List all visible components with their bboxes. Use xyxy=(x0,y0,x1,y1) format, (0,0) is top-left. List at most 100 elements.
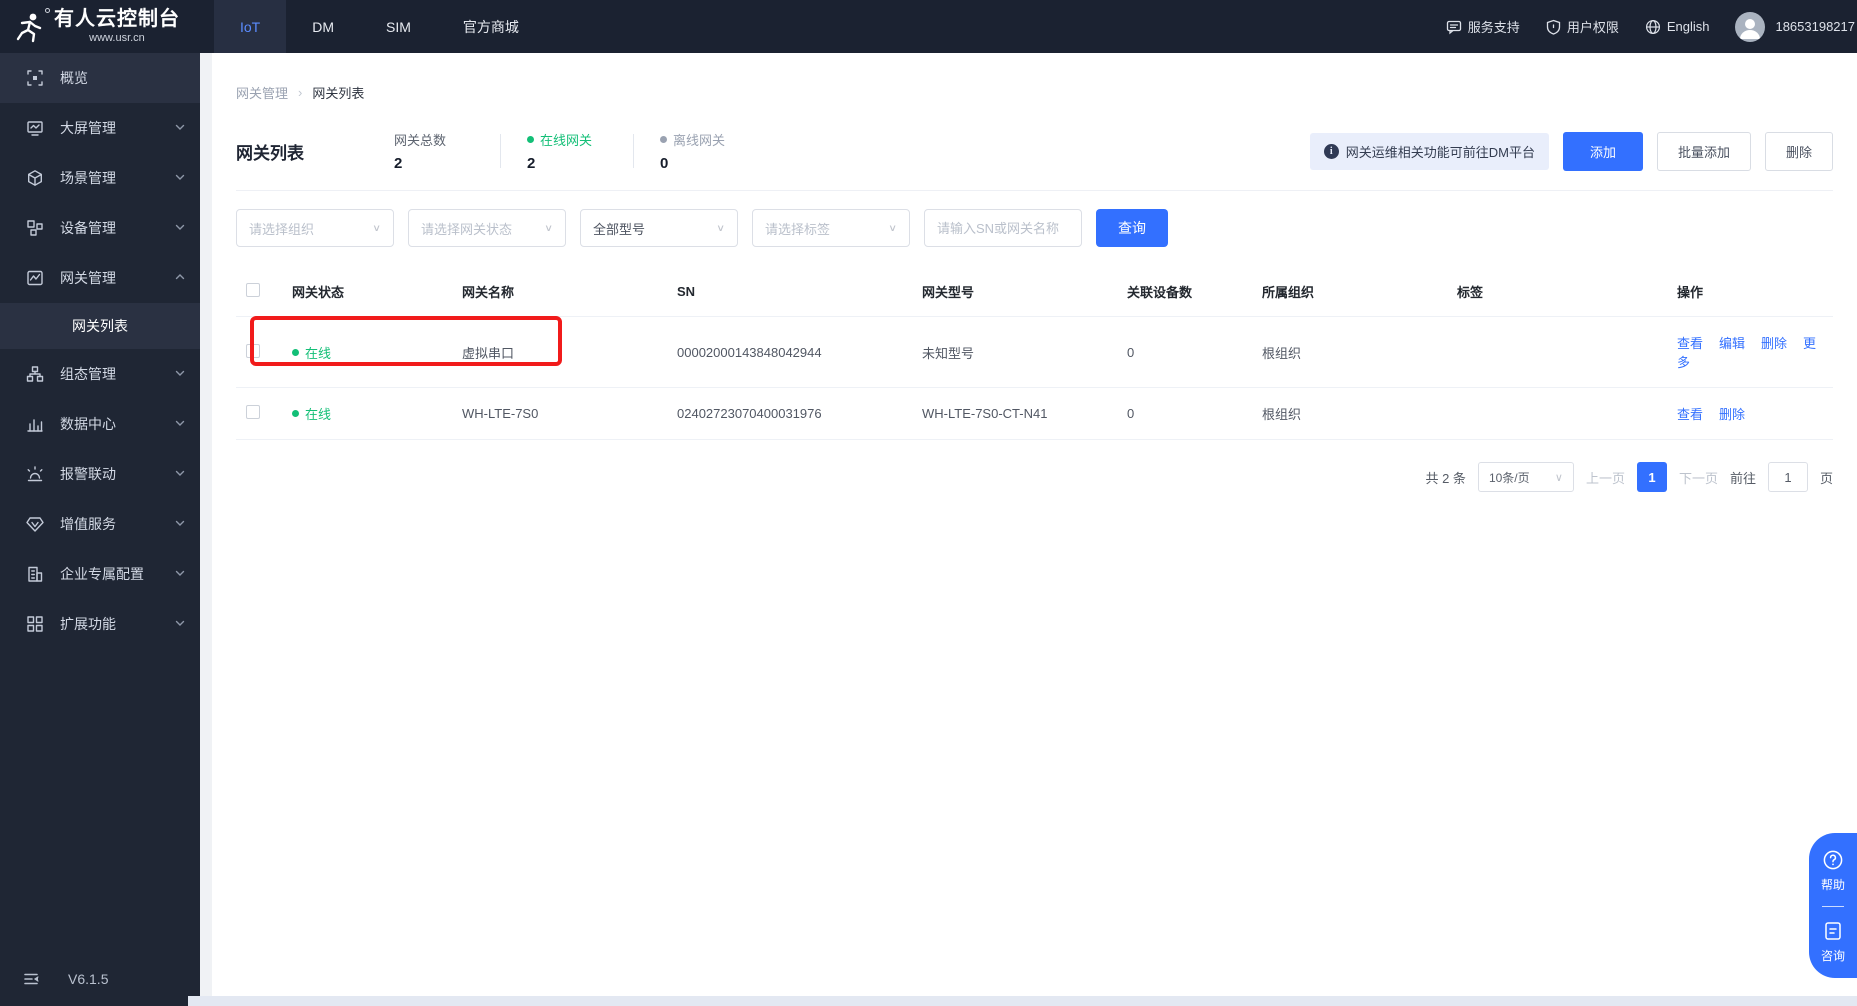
prev-page-button[interactable]: 上一页 xyxy=(1586,468,1625,487)
stat-value: 2 xyxy=(527,155,536,172)
overview-icon xyxy=(26,69,44,87)
consult-button[interactable]: 咨询 xyxy=(1821,920,1845,964)
sidebar-item[interactable]: 企业专属配置 xyxy=(0,549,200,599)
action-link[interactable]: 删除 xyxy=(1719,407,1745,422)
account-phone-number[interactable]: 18653198217 xyxy=(1775,19,1855,34)
device-count: 0 xyxy=(1127,406,1135,421)
shield-icon xyxy=(1546,19,1560,35)
chevron-up-icon xyxy=(174,270,186,286)
sidebar-item[interactable]: 设备管理 xyxy=(0,203,200,253)
column-header: 网关状态 xyxy=(282,267,452,317)
gateway-status-select[interactable]: 请选择网关状态 ∨ xyxy=(408,209,566,247)
collapse-menu-icon[interactable] xyxy=(22,970,40,988)
nav-tab-sim[interactable]: SIM xyxy=(360,0,437,53)
sidebar-item-label: 概览 xyxy=(60,70,88,86)
logo[interactable]: 有人云控制台 www.usr.cn xyxy=(0,0,200,53)
chevron-down-icon xyxy=(174,616,186,632)
alarm-icon xyxy=(26,465,44,483)
gateway-stats: 网关总数 2 在线网关 2 离线网关 0 xyxy=(394,130,740,172)
stat-total: 网关总数 2 xyxy=(394,130,474,172)
sn-search-input[interactable] xyxy=(937,220,1069,236)
action-link[interactable]: 编辑 xyxy=(1719,336,1745,351)
online-dot xyxy=(292,410,299,417)
device-count: 0 xyxy=(1127,344,1135,360)
column-header: SN xyxy=(667,267,912,317)
batch-add-button[interactable]: 批量添加 xyxy=(1656,131,1751,171)
breadcrumb-parent[interactable]: 网关管理 xyxy=(236,83,288,102)
breadcrumb: 网关管理 › 网关列表 xyxy=(236,53,1833,102)
query-button[interactable]: 查询 xyxy=(1096,209,1168,247)
page-title: 网关列表 xyxy=(236,143,304,163)
breadcrumb-current: 网关列表 xyxy=(312,86,365,101)
column-header: 操作 xyxy=(1667,267,1833,317)
sidebar-item[interactable]: 扩展功能 xyxy=(0,599,200,649)
row-checkbox[interactable] xyxy=(246,405,260,419)
table-row: 在线 虚拟串口 00002000143848042944 未知型号 0 根组织 查看 编辑 删除… xyxy=(236,316,1833,388)
sidebar-item[interactable]: 数据中心 xyxy=(0,399,200,449)
chevron-down-icon: ∨ xyxy=(544,222,553,234)
delete-button[interactable]: 删除 xyxy=(1764,131,1833,171)
sn-search-field xyxy=(924,209,1082,247)
action-link[interactable]: 查看 xyxy=(1677,336,1703,351)
online-dot xyxy=(292,348,299,356)
gateway-model: WH-LTE-7S0-CT-N41 xyxy=(922,406,1048,421)
user-avatar[interactable] xyxy=(1735,11,1766,42)
sidebar-item[interactable]: 场景管理 xyxy=(0,153,200,203)
sidebar-item[interactable]: 增值服务 xyxy=(0,499,200,549)
total-count: 共 2 条 xyxy=(1425,470,1466,486)
sidebar-item-label: 组态管理 xyxy=(60,366,116,382)
nav-tab-dm[interactable]: DM xyxy=(286,0,360,53)
question-circle-icon xyxy=(1823,850,1843,870)
model-select[interactable]: 全部型号 ∨ xyxy=(580,209,738,247)
column-header: 网关型号 xyxy=(912,267,1117,317)
goto-suffix-label: 页 xyxy=(1819,470,1833,486)
vas-icon xyxy=(26,515,44,533)
screen-icon xyxy=(26,119,44,137)
chevron-down-icon xyxy=(174,220,186,236)
nav-tab-iot[interactable]: IoT xyxy=(214,0,287,53)
data-icon xyxy=(26,415,44,433)
platform-nav-tabs: IoT DM SIM 官方商城 xyxy=(214,0,545,53)
select-all-checkbox[interactable] xyxy=(246,283,260,297)
org-select[interactable]: 请选择组织 ∨ xyxy=(236,209,394,247)
sidebar-item-label: 网关列表 xyxy=(72,318,128,334)
top-header: 有人云控制台 www.usr.cn IoT DM SIM 官方商城 服务支持 用户权限 xyxy=(0,0,1857,53)
sidebar-item[interactable]: 组态管理 xyxy=(0,349,200,399)
sidebar-item-label: 设备管理 xyxy=(60,220,116,236)
breadcrumb-separator: › xyxy=(298,85,303,100)
sidebar-item[interactable]: 大屏管理 xyxy=(0,103,200,153)
help-button[interactable]: 帮助 xyxy=(1821,849,1845,893)
language-switch[interactable]: English xyxy=(1645,19,1709,35)
sidebar-subitem-gateway-list[interactable]: 网关列表 xyxy=(0,303,200,349)
horizontal-scrollbar[interactable] xyxy=(188,996,1857,1006)
sidebar-item-label: 企业专属配置 xyxy=(60,566,144,582)
divider xyxy=(633,134,634,168)
add-gateway-button[interactable]: 添加 xyxy=(1562,131,1643,171)
column-header: 网关名称 xyxy=(452,267,667,317)
sidebar-item-label: 场景管理 xyxy=(60,170,116,186)
user-permissions-link[interactable]: 用户权限 xyxy=(1546,17,1619,36)
sidebar-item[interactable]: 报警联动 xyxy=(0,449,200,499)
goto-page-input[interactable] xyxy=(1767,462,1808,492)
sidebar-item[interactable]: 概览 xyxy=(0,53,200,103)
next-page-button[interactable]: 下一页 xyxy=(1679,468,1718,487)
chevron-down-icon xyxy=(174,466,186,482)
chevron-down-icon xyxy=(174,416,186,432)
filter-bar: 请选择组织∨ 请选择网关状态∨ 全部型号∨ 请选择标签∨ 查询 xyxy=(236,209,1833,247)
service-support-link[interactable]: 服务支持 xyxy=(1446,17,1520,36)
divider xyxy=(1822,906,1844,907)
stat-value: 2 xyxy=(394,155,403,172)
action-link[interactable]: 查看 xyxy=(1677,407,1703,422)
row-checkbox[interactable] xyxy=(246,343,260,358)
page-number-1[interactable]: 1 xyxy=(1636,462,1667,492)
sidebar-item[interactable]: 网关管理 xyxy=(0,253,200,303)
tag-select[interactable]: 请选择标签 ∨ xyxy=(752,209,910,247)
nav-tab-官方商城[interactable]: 官方商城 xyxy=(437,0,545,53)
gateway-table-wrap: 网关状态 网关名称 SN 网关型号 关联设备数 所属组织 标签 操作 在线 虚拟串口 000020… xyxy=(236,267,1833,440)
chevron-down-icon: ∨ xyxy=(1554,471,1563,484)
gateway-model: 未知型号 xyxy=(922,345,975,361)
organization: 根组织 xyxy=(1262,407,1302,422)
enterprise-icon xyxy=(26,565,44,583)
page-size-select[interactable]: 10条/页 ∨ xyxy=(1477,462,1574,492)
action-link[interactable]: 删除 xyxy=(1761,336,1787,351)
